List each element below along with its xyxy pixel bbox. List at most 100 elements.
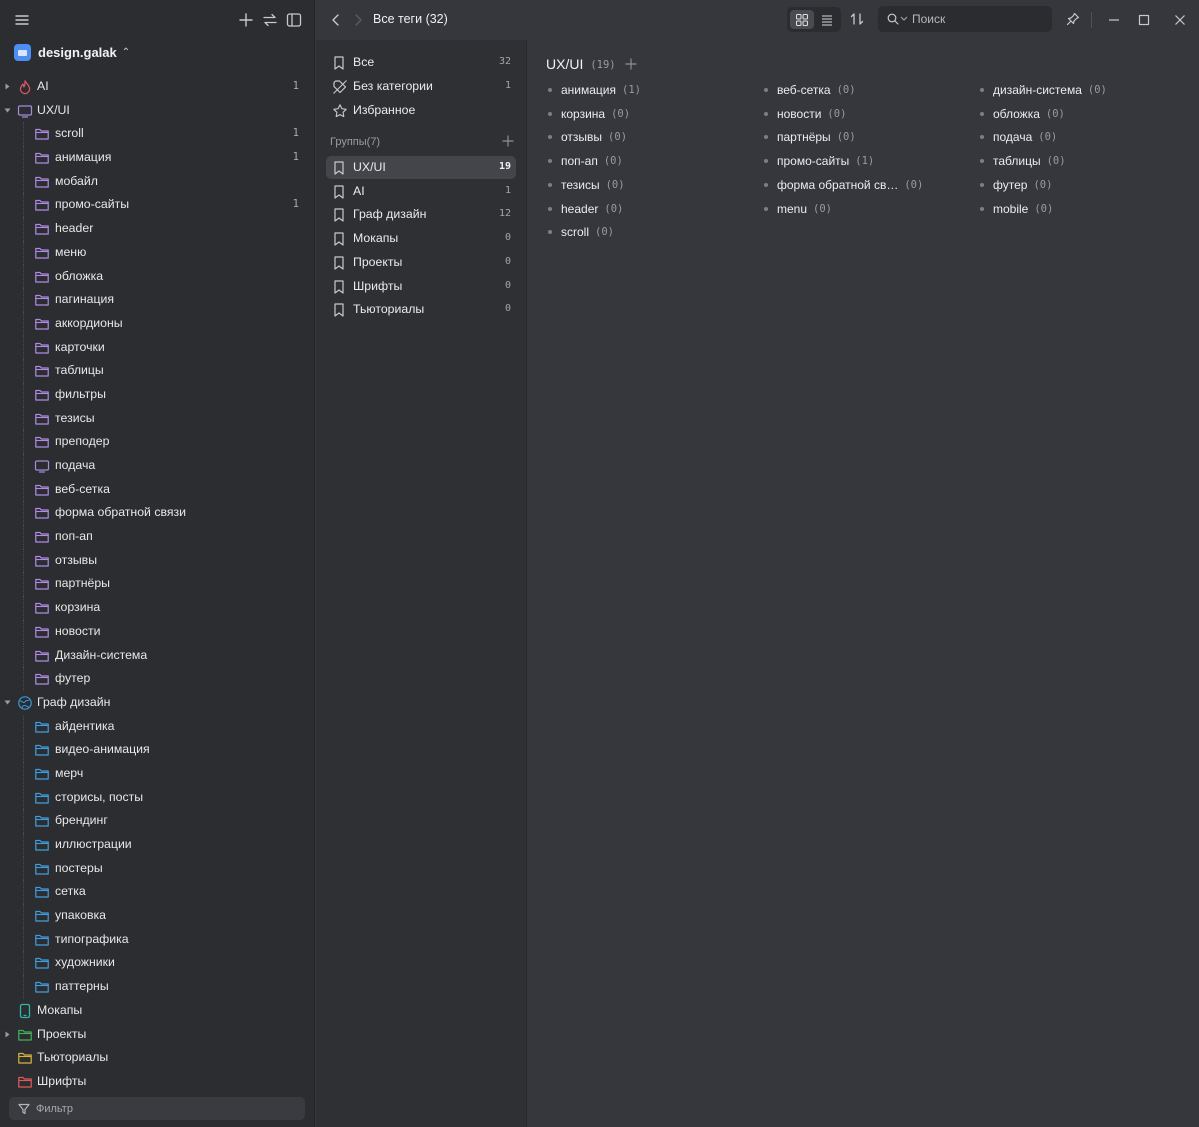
sidebar-item-ux-ui[interactable]: UX/UI bbox=[0, 99, 315, 123]
sidebar-item-айдентика[interactable]: айдентика bbox=[0, 714, 315, 739]
tag-item[interactable]: подача (0) bbox=[980, 127, 1057, 147]
sort-icon[interactable] bbox=[849, 11, 865, 27]
list-view-icon[interactable] bbox=[820, 13, 834, 27]
chevron-down-icon[interactable] bbox=[4, 107, 11, 114]
sidebar-item-типографика[interactable]: типографика bbox=[0, 927, 315, 952]
sidebar-item-аккордионы[interactable]: аккордионы bbox=[0, 311, 315, 336]
sidebar-item-сторисы-посты[interactable]: сторисы, посты bbox=[0, 785, 315, 810]
tag-item[interactable]: header (0) bbox=[548, 199, 623, 219]
sidebar-item-фильтры[interactable]: фильтры bbox=[0, 382, 315, 407]
sidebar-item-партнёры[interactable]: партнёры bbox=[0, 572, 315, 596]
bookmark-icon bbox=[334, 208, 344, 222]
chevron-right-icon[interactable] bbox=[4, 83, 11, 90]
sidebar-item-сетка[interactable]: сетка bbox=[0, 880, 315, 904]
sidebar-item-форма-обратной-связи[interactable]: форма обратной связи bbox=[0, 501, 315, 525]
sidebar-item-меню[interactable]: меню bbox=[0, 240, 315, 265]
grid-view-icon[interactable] bbox=[795, 13, 809, 27]
group-item-шрифты[interactable]: Шрифты 0 bbox=[326, 275, 516, 298]
folder-icon bbox=[34, 387, 50, 403]
sidebar-item-подача[interactable]: подача bbox=[0, 454, 315, 478]
library-switcher[interactable]: design.galak ⌃ bbox=[14, 42, 130, 62]
sidebar-item-карточки[interactable]: карточки bbox=[0, 335, 315, 360]
group-item-мокапы[interactable]: Мокапы 0 bbox=[326, 227, 516, 250]
sidebar-item-проекты[interactable]: Проекты bbox=[0, 1023, 315, 1047]
add-tag-icon[interactable] bbox=[625, 58, 637, 70]
sidebar-item-обложка[interactable]: обложка bbox=[0, 264, 315, 289]
add-icon[interactable] bbox=[237, 11, 255, 29]
group-item-тьюториалы[interactable]: Тьюториалы 0 bbox=[326, 298, 516, 321]
search-input[interactable] bbox=[912, 10, 1042, 28]
group-item-проекты[interactable]: Проекты 0 bbox=[326, 251, 516, 274]
sidebar-item-промо-сайты[interactable]: промо-сайты 1 bbox=[0, 193, 315, 217]
search-box bbox=[878, 6, 1052, 32]
folder-icon bbox=[34, 529, 50, 545]
tag-item[interactable]: обложка (0) bbox=[980, 104, 1065, 124]
sidebar-item-scroll[interactable]: scroll 1 bbox=[0, 122, 315, 146]
tag-item[interactable]: новости (0) bbox=[764, 104, 846, 124]
sidebar-item-мобайл[interactable]: мобайл bbox=[0, 169, 315, 194]
sidebar-item-поп-ап[interactable]: поп-ап bbox=[0, 525, 315, 549]
sidebar-item-пагинация[interactable]: пагинация bbox=[0, 288, 315, 312]
sidebar-item-футер[interactable]: футер bbox=[0, 667, 315, 691]
hamburger-menu-icon[interactable] bbox=[13, 11, 31, 29]
sidebar-item-отзывы[interactable]: отзывы bbox=[0, 548, 315, 573]
sidebar-item-упаковка[interactable]: упаковка bbox=[0, 904, 315, 928]
sidebar-item-ai[interactable]: AI 1 bbox=[0, 75, 315, 99]
sidebar-item-художники[interactable]: художники bbox=[0, 951, 315, 975]
sidebar-item-граф-дизайн[interactable]: Граф дизайн bbox=[0, 691, 315, 715]
tag-item[interactable]: mobile (0) bbox=[980, 199, 1053, 219]
sidebar-item-видео-анимация[interactable]: видео-анимация bbox=[0, 738, 315, 762]
nav-uncategorized[interactable]: Без категории 1 bbox=[326, 75, 516, 98]
tag-item[interactable]: menu (0) bbox=[764, 199, 832, 219]
group-item-граф-дизайн[interactable]: Граф дизайн 12 bbox=[326, 203, 516, 226]
sidebar-item-мокапы[interactable]: Мокапы bbox=[0, 999, 315, 1023]
sidebar-item-таблицы[interactable]: таблицы bbox=[0, 359, 315, 383]
sidebar-item-брендинг[interactable]: брендинг bbox=[0, 809, 315, 833]
tag-item[interactable]: футер (0) bbox=[980, 175, 1052, 195]
sidebar-item-корзина[interactable]: корзина bbox=[0, 596, 315, 620]
tag-item[interactable]: корзина (0) bbox=[548, 104, 630, 124]
swap-icon[interactable] bbox=[261, 11, 279, 29]
forward-arrow-icon[interactable] bbox=[351, 12, 365, 28]
add-group-icon[interactable] bbox=[502, 135, 514, 147]
nav-favorites[interactable]: Избранное bbox=[326, 99, 516, 122]
sidebar-item-веб-сетка[interactable]: веб-сетка bbox=[0, 477, 315, 502]
pin-icon[interactable] bbox=[1065, 11, 1081, 27]
maximize-icon[interactable] bbox=[1136, 12, 1152, 28]
group-item-ux-ui[interactable]: UX/UI 19 bbox=[326, 156, 516, 179]
tag-item[interactable]: тезисы (0) bbox=[548, 175, 625, 195]
filter-input[interactable]: Фильтр bbox=[9, 1097, 305, 1120]
sidebar-item-header[interactable]: header bbox=[0, 217, 315, 241]
tag-item[interactable]: scroll (0) bbox=[548, 222, 614, 242]
sidebar-item-анимация[interactable]: анимация 1 bbox=[0, 146, 315, 170]
chevron-down-icon[interactable] bbox=[900, 16, 908, 22]
monitor-icon bbox=[34, 458, 50, 474]
sidebar-item-дизайн-система[interactable]: Дизайн-система bbox=[0, 643, 315, 668]
sidebar-item-новости[interactable]: новости bbox=[0, 619, 315, 644]
group-item-ai[interactable]: AI 1 bbox=[326, 180, 516, 203]
sidebar-item-тьюториалы[interactable]: Тьюториалы bbox=[0, 1046, 315, 1070]
sidebar-item-шрифты[interactable]: Шрифты bbox=[0, 1070, 315, 1094]
sidebar-toggle-icon[interactable] bbox=[285, 11, 303, 29]
sidebar-item-паттерны[interactable]: паттерны bbox=[0, 975, 315, 999]
sidebar-item-мерч[interactable]: мерч bbox=[0, 761, 315, 786]
tag-item[interactable]: партнёры (0) bbox=[764, 127, 856, 147]
chevron-right-icon[interactable] bbox=[4, 1031, 11, 1038]
tag-item[interactable]: отзывы (0) bbox=[548, 127, 627, 147]
sidebar-item-постеры[interactable]: постеры bbox=[0, 856, 315, 881]
tag-item[interactable]: дизайн-система (0) bbox=[980, 80, 1107, 100]
tag-item[interactable]: таблицы (0) bbox=[980, 151, 1066, 171]
tag-item[interactable]: форма обратной св… (0) bbox=[764, 175, 923, 195]
tag-item[interactable]: поп-ап (0) bbox=[548, 151, 623, 171]
close-icon[interactable] bbox=[1172, 12, 1188, 28]
tag-item[interactable]: анимация (1) bbox=[548, 80, 641, 100]
nav-all-tags[interactable]: Все 32 bbox=[326, 51, 516, 74]
chevron-down-icon[interactable] bbox=[4, 699, 11, 706]
sidebar-item-преподер[interactable]: преподер bbox=[0, 430, 315, 454]
minimize-icon[interactable] bbox=[1106, 12, 1122, 28]
sidebar-item-тезисы[interactable]: тезисы bbox=[0, 406, 315, 431]
back-arrow-icon[interactable] bbox=[329, 12, 343, 28]
tag-item[interactable]: промо-сайты (1) bbox=[764, 151, 874, 171]
tag-item[interactable]: веб-сетка (0) bbox=[764, 80, 856, 100]
sidebar-item-иллюстрации[interactable]: иллюстрации bbox=[0, 833, 315, 857]
